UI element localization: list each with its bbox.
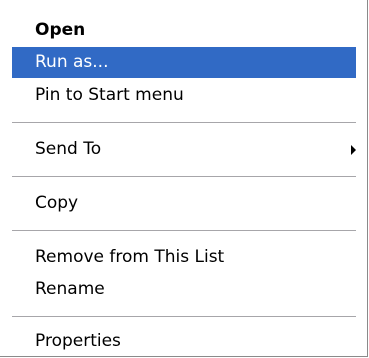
menu-item-copy[interactable]: Copy	[12, 188, 356, 219]
menu-separator	[12, 176, 356, 177]
chevron-right-icon	[351, 145, 356, 155]
menu-separator	[12, 122, 356, 123]
menu-item-rename[interactable]: Rename	[12, 274, 356, 305]
menu-item-remove-from-list[interactable]: Remove from This List	[12, 242, 356, 273]
menu-item-properties[interactable]: Properties	[12, 326, 356, 357]
menu-item-label: Send To	[35, 139, 102, 159]
menu-item-run-as[interactable]: Run as...	[12, 47, 356, 78]
menu-separator	[12, 230, 356, 231]
menu-item-open[interactable]: Open	[12, 15, 356, 46]
menu-item-send-to[interactable]: Send To	[12, 134, 356, 165]
context-menu: Open Run as... Pin to Start menu Send To…	[0, 0, 368, 357]
menu-item-pin-to-start-menu[interactable]: Pin to Start menu	[12, 80, 356, 111]
menu-separator	[12, 316, 356, 317]
